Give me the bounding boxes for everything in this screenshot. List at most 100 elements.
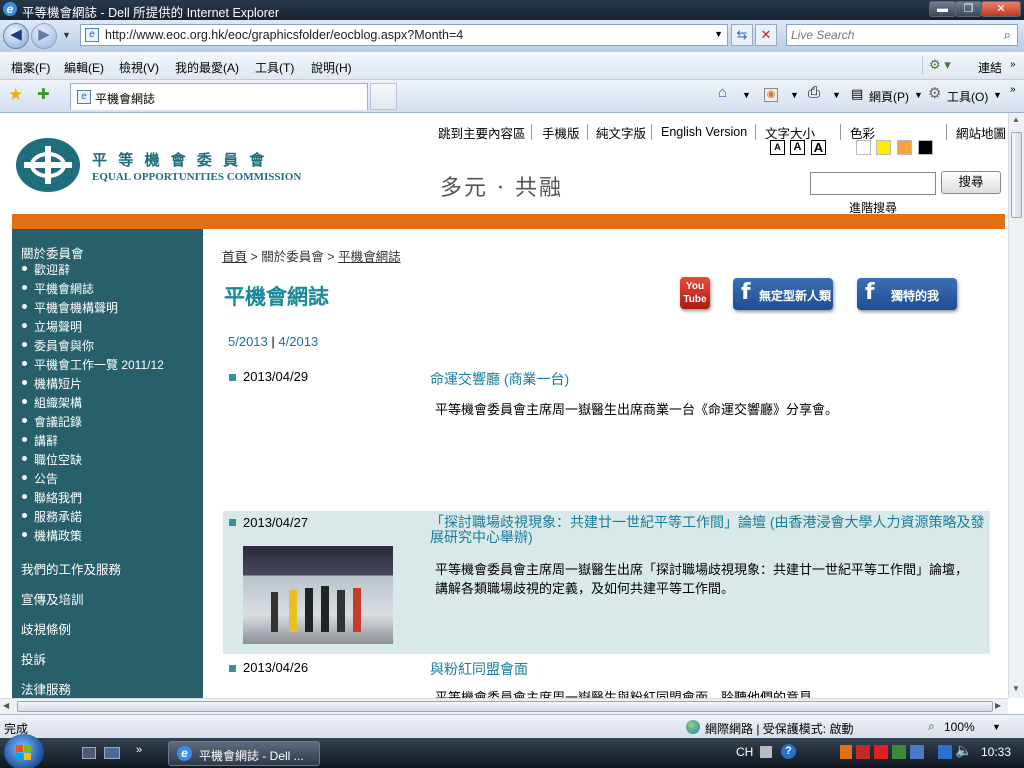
sidebar-section[interactable]: 宣傳及培訓 [21, 589, 84, 608]
keyboard-icon[interactable] [760, 746, 772, 758]
address-dropdown-icon[interactable]: ▼ [714, 29, 723, 39]
sidebar-item[interactable]: 平機會工作一覽 2011/12 [34, 356, 164, 373]
add-favorites-icon[interactable]: ✚ [37, 85, 50, 103]
skip-to-content-link[interactable]: 跳到主要內容區 [438, 123, 526, 142]
vertical-scrollbar[interactable]: ▲ ▼ [1008, 113, 1024, 698]
print-icon[interactable]: ⎙ [808, 84, 820, 101]
home-dropdown-icon[interactable]: ▼ [742, 90, 751, 100]
breadcrumb-about[interactable]: 關於委員會 [261, 250, 324, 264]
home-icon[interactable]: ⌂ [718, 84, 727, 101]
sidebar-item[interactable]: 委員會與你 [34, 337, 94, 354]
live-search-box[interactable]: ⌕ [786, 24, 1018, 46]
refresh-icon[interactable]: ⇆ [731, 24, 753, 46]
scroll-up-icon[interactable]: ▲ [1012, 115, 1020, 124]
tray-shield-icon[interactable] [910, 745, 924, 759]
quicklaunch-more-icon[interactable]: » [136, 744, 142, 756]
entry-title-link[interactable]: 命運交響廳 (商業一台) [430, 369, 569, 389]
scroll-right-icon[interactable]: ▶ [995, 701, 1001, 710]
sidebar-heading[interactable]: 關於委員會 [21, 243, 84, 262]
close-window-button[interactable]: ✕ [981, 1, 1021, 17]
sidebar-item[interactable]: 會議記錄 [34, 413, 82, 430]
site-search-button[interactable]: 搜尋 [941, 171, 1001, 194]
facebook-button-1[interactable]: f 無定型新人類 [733, 278, 833, 310]
taskbar-ie-window-button[interactable]: e 平機會網誌 - Dell ... [168, 741, 320, 766]
sidebar-item[interactable]: 組織架構 [34, 394, 82, 411]
color-white-swatch[interactable] [856, 140, 871, 155]
tray-antivirus-icon[interactable] [856, 745, 870, 759]
youtube-button[interactable]: You Tube [680, 277, 710, 309]
site-search-input[interactable] [810, 172, 936, 195]
sidebar-item[interactable]: 職位空缺 [34, 451, 82, 468]
feeds-icon[interactable]: ◉ [764, 88, 778, 102]
more-chevron-icon[interactable]: » [1010, 59, 1016, 70]
menu-favorites[interactable]: 我的最愛(A) [175, 59, 239, 76]
recent-pages-dropdown-icon[interactable]: ▼ [62, 30, 71, 40]
maximize-button[interactable]: ❐ [955, 1, 982, 17]
font-size-large-button[interactable]: A [811, 140, 826, 155]
sidebar-section[interactable]: 投訴 [21, 649, 46, 668]
sitemap-link[interactable]: 網站地圖 [956, 123, 1006, 142]
sidebar-item[interactable]: 公告 [34, 470, 58, 487]
breadcrumb-blog[interactable]: 平機會網誌 [338, 250, 401, 264]
sidebar-section[interactable]: 歧視條例 [21, 619, 71, 638]
english-version-link[interactable]: English Version [661, 125, 747, 139]
breadcrumb-home[interactable]: 首頁 [222, 250, 247, 264]
switch-windows-icon[interactable] [104, 747, 120, 759]
font-size-small-button[interactable]: A [770, 140, 785, 155]
sidebar-item[interactable]: 講辭 [34, 432, 58, 449]
tools-dropdown-icon[interactable]: ▼ [993, 90, 1002, 100]
forum-photo[interactable] [243, 546, 393, 644]
favorites-star-icon[interactable]: ★ [8, 85, 23, 105]
month-link-may[interactable]: 5/2013 [228, 334, 268, 349]
translate-icon[interactable]: ⚙ ▾ [922, 57, 962, 75]
clock[interactable]: 10:33 [981, 745, 1011, 759]
sidebar-item[interactable]: 平機會機構聲明 [34, 299, 118, 316]
url-text[interactable]: http://www.eoc.org.hk/eoc/graphicsfolder… [105, 28, 463, 42]
address-bar[interactable]: e http://www.eoc.org.hk/eoc/graphicsfold… [80, 24, 728, 46]
font-size-medium-button[interactable]: A [790, 140, 805, 155]
zoom-dropdown-icon[interactable]: ▼ [992, 722, 1001, 732]
horizontal-scroll-thumb[interactable] [17, 701, 993, 712]
menu-tools[interactable]: 工具(T) [255, 59, 294, 76]
facebook-button-2[interactable]: f 獨特的我 [857, 278, 957, 310]
tray-acrobat-icon[interactable] [874, 745, 888, 759]
security-zone-text[interactable]: 網際網路 | 受保護模式: 啟動 [705, 720, 853, 737]
vertical-scroll-thumb[interactable] [1011, 132, 1022, 218]
show-desktop-icon[interactable] [82, 747, 96, 759]
tools-menu-button[interactable]: 工具(O) [947, 88, 988, 105]
zoom-level[interactable]: 100% [944, 720, 975, 734]
sidebar-item[interactable]: 平機會網誌 [34, 280, 94, 297]
horizontal-scrollbar[interactable]: ◀ ▶ [0, 698, 1008, 714]
tray-app-icon[interactable] [840, 745, 852, 759]
sidebar-item[interactable]: 聯絡我們 [34, 489, 82, 506]
text-version-link[interactable]: 純文字版 [596, 123, 646, 142]
scroll-left-icon[interactable]: ◀ [3, 701, 9, 710]
menu-view[interactable]: 檢視(V) [119, 59, 159, 76]
links-label[interactable]: 連結 [978, 59, 1002, 76]
color-orange-swatch[interactable] [897, 140, 912, 155]
feeds-dropdown-icon[interactable]: ▼ [790, 90, 799, 100]
menu-file[interactable]: 檔案(F) [11, 59, 50, 76]
mobile-version-link[interactable]: 手機版 [542, 123, 580, 142]
color-yellow-swatch[interactable] [876, 140, 891, 155]
page-menu-button[interactable]: 網頁(P) [869, 88, 909, 105]
volume-icon[interactable]: 🔈 [955, 742, 972, 759]
sidebar-item[interactable]: 機構政策 [34, 527, 82, 544]
sidebar-item[interactable]: 機構短片 [34, 375, 82, 392]
live-search-input[interactable] [791, 26, 987, 44]
menu-help[interactable]: 說明(H) [311, 59, 352, 76]
sidebar-item[interactable]: 歡迎辭 [34, 261, 70, 278]
print-dropdown-icon[interactable]: ▼ [832, 90, 841, 100]
search-icon[interactable]: ⌕ [1004, 27, 1011, 43]
browser-tab-active[interactable]: e 平機會網誌 [70, 83, 368, 110]
language-indicator[interactable]: CH [736, 745, 753, 759]
sidebar-item[interactable]: 服務承諾 [34, 508, 82, 525]
toolbar-more-chevron-icon[interactable]: » [1010, 84, 1016, 95]
forward-button[interactable]: ▶ [31, 23, 57, 49]
minimize-button[interactable]: ▬ [929, 1, 956, 17]
back-button[interactable]: ◀ [3, 23, 29, 49]
network-icon[interactable] [938, 745, 952, 759]
menu-edit[interactable]: 編輯(E) [64, 59, 104, 76]
sidebar-item[interactable]: 立場聲明 [34, 318, 82, 335]
tray-util-icon[interactable] [892, 745, 906, 759]
